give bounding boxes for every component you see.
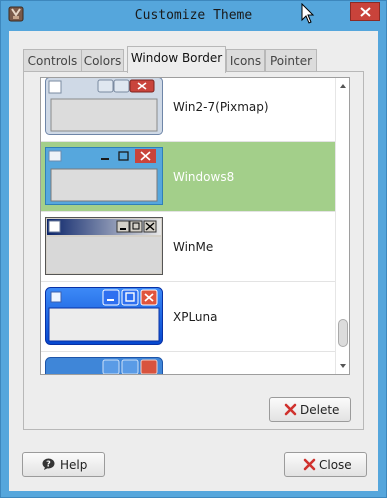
theme-name: WinMe	[173, 240, 214, 254]
list-item[interactable]: Win2-7(Pixmap)	[41, 78, 335, 142]
scrollbar-thumb[interactable]	[338, 319, 348, 347]
svg-text:?: ?	[46, 460, 51, 469]
red-x-icon	[303, 458, 316, 471]
close-icon	[360, 7, 371, 17]
close-button[interactable]: Close	[284, 452, 367, 477]
next-theme-preview-thumbnail	[45, 357, 163, 374]
delete-button[interactable]: Delete	[269, 397, 351, 422]
help-button-label: Help	[60, 458, 88, 472]
red-x-icon	[284, 403, 297, 416]
theme-name: Windows8	[173, 170, 235, 184]
xpluna-preview-thumbnail	[45, 287, 163, 345]
tab-window-border[interactable]: Window Border	[127, 46, 226, 73]
windows8-preview-thumbnail	[45, 147, 163, 205]
tab-controls[interactable]: Controls	[23, 49, 82, 72]
tab-pointer[interactable]: Pointer	[265, 49, 317, 72]
help-bubble-icon: ?	[42, 458, 55, 470]
delete-button-label: Delete	[300, 403, 340, 417]
close-button-label: Close	[319, 458, 352, 472]
title-bar[interactable]: Customize Theme	[1, 1, 386, 31]
window-close-button[interactable]	[350, 2, 380, 21]
customize-theme-window: Customize Theme Controls Colors Window B…	[0, 0, 387, 498]
mouse-pointer-icon	[301, 3, 315, 24]
list-item[interactable]	[41, 352, 335, 374]
theme-list[interactable]: Win2-7(Pixmap) Windows8 WinMe XPLuna	[40, 77, 350, 375]
tab-icons[interactable]: Icons	[226, 49, 265, 72]
theme-list-scrollbar[interactable]	[335, 78, 349, 374]
list-item[interactable]: XPLuna	[41, 282, 335, 352]
list-item-selected[interactable]: Windows8	[41, 142, 335, 212]
window-border-panel: Win2-7(Pixmap) Windows8 WinMe XPLuna Del…	[23, 71, 364, 430]
theme-name: XPLuna	[173, 310, 218, 324]
help-button[interactable]: ? Help	[22, 452, 105, 477]
scroll-down-arrow-icon[interactable]	[338, 361, 348, 371]
scroll-up-arrow-icon[interactable]	[338, 81, 348, 91]
winme-preview-thumbnail	[45, 217, 163, 275]
window-title: Customize Theme	[134, 8, 253, 23]
dialog-body: Controls Colors Window Border Icons Poin…	[9, 31, 378, 491]
theme-name: Win2-7(Pixmap)	[173, 100, 269, 114]
tab-colors[interactable]: Colors	[81, 49, 124, 72]
theme-list-items: Win2-7(Pixmap) Windows8 WinMe XPLuna	[41, 78, 335, 374]
list-item[interactable]: WinMe	[41, 212, 335, 282]
win2-7-preview-thumbnail	[45, 78, 163, 135]
